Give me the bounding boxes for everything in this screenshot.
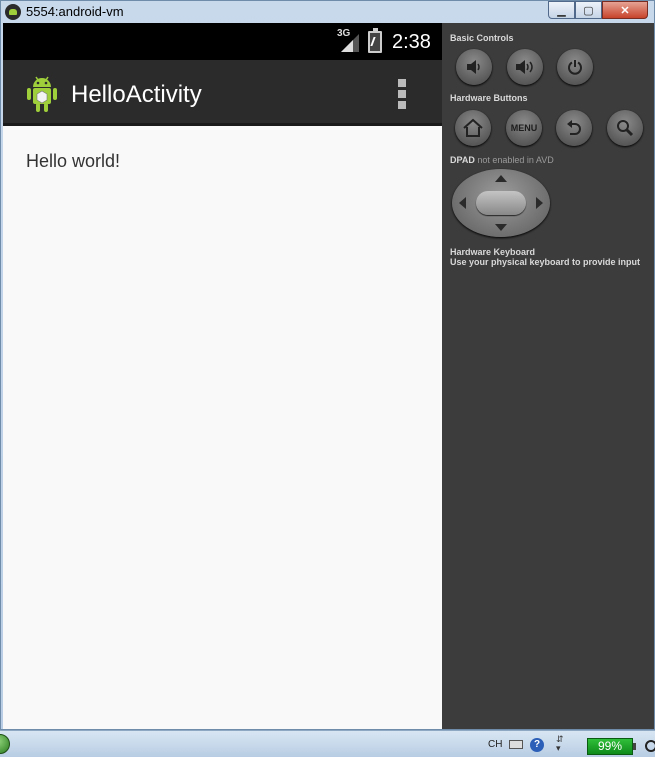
keyboard-note: Use your physical keyboard to provide in… xyxy=(450,257,641,267)
overflow-menu-icon[interactable] xyxy=(396,79,408,109)
search-button[interactable] xyxy=(607,110,643,146)
dpad-right-icon[interactable] xyxy=(536,197,543,209)
back-icon xyxy=(567,120,581,135)
keyboard-label: Hardware Keyboard xyxy=(450,247,536,257)
window-controls: ▁ ▢ ✕ xyxy=(548,1,648,19)
volume-up-icon xyxy=(516,60,533,74)
power-button[interactable] xyxy=(557,49,593,85)
taskbar: CH ? ⇵ ▾ 99% xyxy=(0,730,655,757)
volume-down-icon xyxy=(467,60,480,74)
title-bar[interactable]: 5554:android-vm ▁ ▢ ✕ xyxy=(1,1,654,23)
battery-indicator[interactable]: 99% xyxy=(587,738,633,755)
volume-up-button[interactable] xyxy=(507,49,543,85)
menu-button[interactable]: MENU xyxy=(506,110,542,146)
hardware-buttons-label: Hardware Buttons xyxy=(450,93,528,103)
battery-terminal xyxy=(633,743,636,750)
android-app-icon xyxy=(5,4,21,20)
basic-controls-label: Basic Controls xyxy=(450,33,514,43)
volume-down-button[interactable] xyxy=(456,49,492,85)
power-icon xyxy=(568,60,582,75)
status-time: 2:38 xyxy=(392,31,431,53)
tray-expand-icon[interactable]: ⇵ ▾ xyxy=(556,735,564,753)
dpad-up-icon[interactable] xyxy=(495,175,507,182)
signal-icon xyxy=(341,34,359,52)
control-panel: Basic Controls Hardware Buttons MENU DPA… xyxy=(442,23,654,729)
dpad-label-text: DPAD xyxy=(450,155,475,165)
battery-charging-icon xyxy=(368,28,382,53)
hello-text: Hello world! xyxy=(26,151,121,171)
minimize-button[interactable]: ▁ xyxy=(548,1,575,19)
home-button[interactable] xyxy=(455,110,491,146)
home-icon xyxy=(463,118,483,137)
dpad-note: not enabled in AVD xyxy=(477,155,554,165)
app-title: HelloActivity xyxy=(71,81,202,108)
search-icon xyxy=(617,120,634,137)
keyboard-icon[interactable] xyxy=(509,740,523,749)
android-robot-icon xyxy=(27,76,57,112)
tray-app-icon[interactable] xyxy=(645,740,655,752)
dpad-center-button[interactable] xyxy=(476,191,526,215)
status-bar: 3G 2:38 xyxy=(3,23,442,60)
close-button[interactable]: ✕ xyxy=(602,1,648,19)
emulator-window: 5554:android-vm ▁ ▢ ✕ 3G 2:38 HelloActiv… xyxy=(0,0,655,730)
dpad-label: DPAD not enabled in AVD xyxy=(450,155,554,165)
window-title: 5554:android-vm xyxy=(26,4,124,19)
start-button[interactable] xyxy=(0,734,10,754)
language-indicator[interactable]: CH xyxy=(488,739,502,750)
help-icon[interactable]: ? xyxy=(530,738,544,752)
dpad-down-icon[interactable] xyxy=(495,224,507,231)
dpad-left-icon[interactable] xyxy=(459,197,466,209)
dpad[interactable] xyxy=(452,169,550,237)
back-button[interactable] xyxy=(556,110,592,146)
device-screen[interactable]: 3G 2:38 HelloActivity Hello world! xyxy=(3,23,442,729)
action-bar: HelloActivity xyxy=(3,60,442,126)
maximize-button[interactable]: ▢ xyxy=(575,1,602,19)
